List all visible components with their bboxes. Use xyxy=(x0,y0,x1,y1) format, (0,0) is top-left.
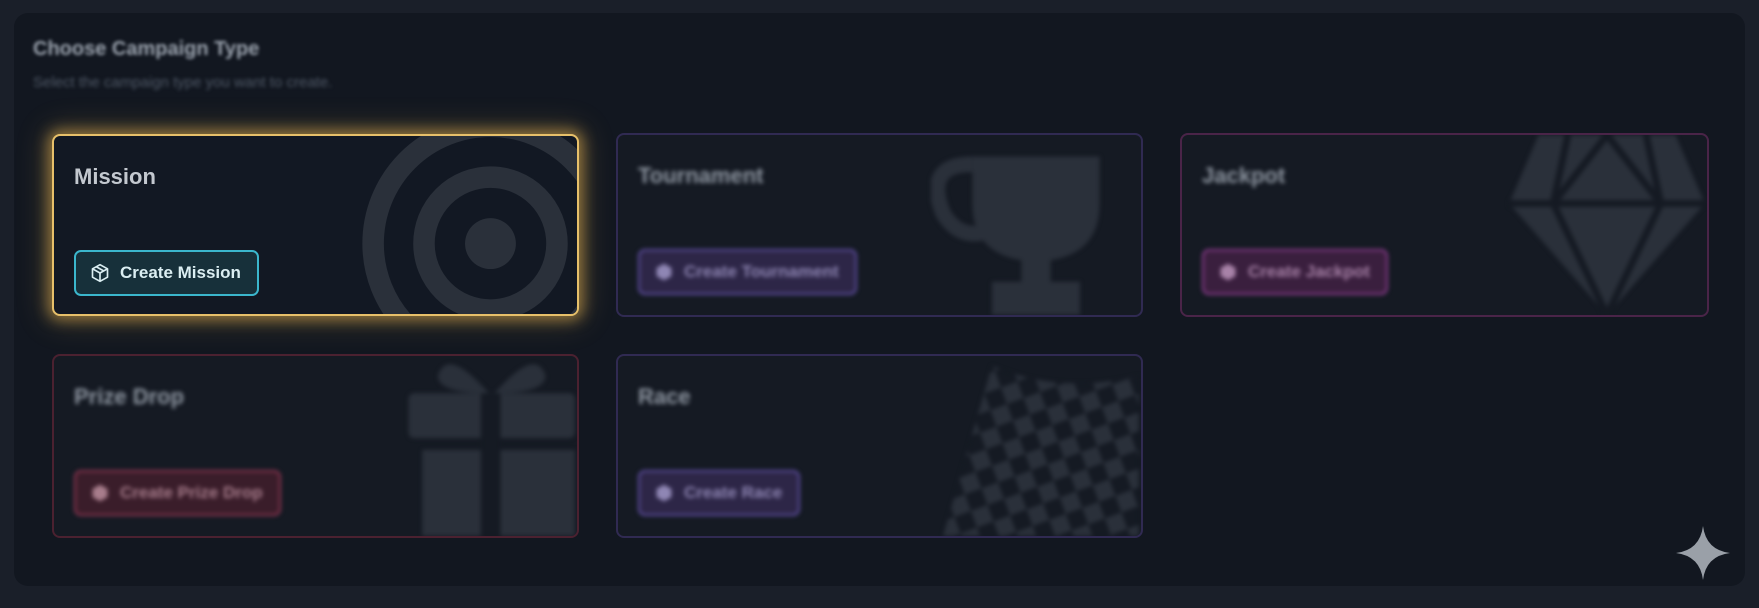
create-prize-drop-button[interactable]: Create Prize Drop xyxy=(74,470,281,516)
button-label: Create Tournament xyxy=(684,262,839,281)
button-label: Create Jackpot xyxy=(1248,262,1370,281)
card-jackpot[interactable]: Jackpot Create Jackpot xyxy=(1180,133,1709,317)
cube-icon xyxy=(1220,263,1236,281)
create-jackpot-button[interactable]: Create Jackpot xyxy=(1202,249,1388,295)
card-tournament[interactable]: Tournament Create Tournament xyxy=(616,133,1143,317)
button-label: Create Prize Drop xyxy=(120,483,263,502)
card-title: Race xyxy=(638,384,691,409)
cube-icon xyxy=(656,484,672,502)
gift-icon xyxy=(408,364,575,536)
card-prize-drop[interactable]: Prize Drop Create Prize Drop xyxy=(52,354,579,538)
card-title: Prize Drop xyxy=(74,384,185,409)
cube-icon xyxy=(656,263,672,281)
card-title: Tournament xyxy=(638,163,764,188)
create-mission-button[interactable]: Create Mission xyxy=(74,250,259,296)
create-tournament-button[interactable]: Create Tournament xyxy=(638,249,857,295)
create-race-button[interactable]: Create Race xyxy=(638,470,801,516)
card-title: Jackpot xyxy=(1202,163,1286,188)
button-label: Create Race xyxy=(684,483,783,502)
card-title: Mission xyxy=(74,164,156,189)
diamond-icon xyxy=(1509,135,1705,315)
trophy-icon xyxy=(931,156,1100,315)
cube-icon xyxy=(91,263,109,283)
sparkle-icon xyxy=(1676,526,1730,580)
section-subtitle: Select the campaign type you want to cre… xyxy=(33,74,333,91)
card-mission[interactable]: Mission Create Mission xyxy=(52,134,579,316)
card-race[interactable]: Race Create Race xyxy=(616,354,1143,538)
section-title: Choose Campaign Type xyxy=(33,38,260,60)
cube-icon xyxy=(92,484,108,502)
button-label: Create Mission xyxy=(120,263,241,282)
checkered-flag-icon xyxy=(943,365,1139,536)
target-icon xyxy=(362,136,577,314)
